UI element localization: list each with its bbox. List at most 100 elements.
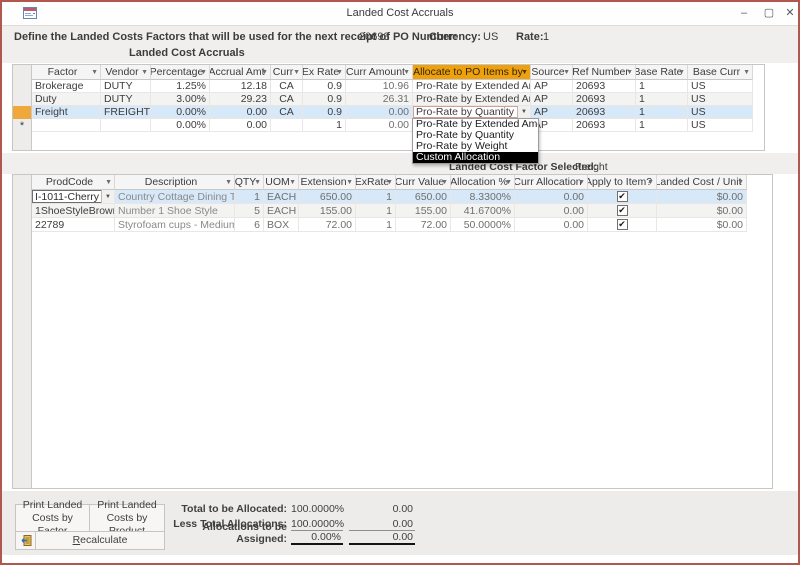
row-selector[interactable]: [13, 190, 32, 204]
dropdown-option-weight[interactable]: Pro-Rate by Weight: [413, 141, 538, 152]
col-header-extension[interactable]: Extension▼: [299, 175, 356, 190]
cell-qty[interactable]: 1: [235, 190, 264, 204]
close-button[interactable]: ✕: [782, 5, 798, 21]
cell-source[interactable]: AP: [531, 93, 573, 106]
cell-exrate[interactable]: 1: [356, 218, 396, 232]
col-header-ref-number[interactable]: Ref Number▼: [573, 65, 636, 80]
cell-curr-amount[interactable]: 0.00: [346, 119, 413, 132]
current-row-selector[interactable]: [13, 106, 32, 119]
cell-accrual-amt[interactable]: 12.18: [210, 80, 271, 93]
cell-exrate[interactable]: 1: [356, 204, 396, 218]
col-header-ex-rate[interactable]: Ex Rate▼: [303, 65, 346, 80]
cell-description[interactable]: Number 1 Shoe Style: [115, 204, 235, 218]
cell-ref-number[interactable]: 20693: [573, 80, 636, 93]
cell-description[interactable]: Country Cottage Dining Table: [115, 190, 235, 204]
select-all-header[interactable]: [13, 175, 32, 190]
po-number-value[interactable]: 20693: [359, 31, 390, 43]
col-header-curr-value[interactable]: Curr Value▼: [396, 175, 451, 190]
exit-button[interactable]: [15, 531, 36, 550]
apply-checkbox[interactable]: ✔: [617, 191, 628, 202]
cell-percentage[interactable]: 0.00%: [151, 106, 210, 119]
col-header-curr-allocation[interactable]: Curr Allocation▼: [515, 175, 588, 190]
cell-base-rate[interactable]: 1: [636, 80, 688, 93]
row-selector[interactable]: [13, 218, 32, 232]
maximize-button[interactable]: ▢: [761, 5, 777, 21]
col-header-vendor[interactable]: Vendor▼: [101, 65, 151, 80]
cell-allocate[interactable]: Pro-Rate by Extended Amount: [413, 80, 531, 93]
col-header-accrual-amt[interactable]: Accrual Amt▼: [210, 65, 271, 80]
cell-base-curr[interactable]: US: [688, 106, 753, 119]
cell-extension[interactable]: 650.00: [299, 190, 356, 204]
cell-extension[interactable]: 155.00: [299, 204, 356, 218]
cell-factor[interactable]: [32, 119, 101, 132]
cell-ex-rate[interactable]: 0.9: [303, 106, 346, 119]
cell-qty[interactable]: 5: [235, 204, 264, 218]
cell-allocation-pct[interactable]: 50.0000%: [451, 218, 515, 232]
cell-factor[interactable]: Brokerage: [32, 80, 101, 93]
cell-landed-cost-unit[interactable]: $0.00: [657, 190, 747, 204]
new-row-selector[interactable]: *: [13, 119, 32, 132]
cell-curr-value[interactable]: 72.00: [396, 218, 451, 232]
cell-vendor[interactable]: [101, 119, 151, 132]
combo-dropdown-button[interactable]: ▼: [517, 106, 530, 118]
cell-vendor[interactable]: DUTY: [101, 93, 151, 106]
cell-qty[interactable]: 6: [235, 218, 264, 232]
cell-curr-allocation[interactable]: 0.00: [515, 190, 588, 204]
cell-ref-number[interactable]: 20693: [573, 93, 636, 106]
cell-allocation-pct[interactable]: 8.3300%: [451, 190, 515, 204]
cell-ex-rate[interactable]: 0.9: [303, 80, 346, 93]
cell-curr[interactable]: CA: [271, 106, 303, 119]
rate-value[interactable]: 1: [543, 31, 549, 43]
cell-ref-number[interactable]: 20693: [573, 106, 636, 119]
cell-curr-amount[interactable]: 0.00: [346, 106, 413, 119]
col-header-source[interactable]: Source▼: [531, 65, 573, 80]
col-header-base-curr[interactable]: Base Curr▼: [688, 65, 753, 80]
cell-percentage[interactable]: 0.00%: [151, 119, 210, 132]
col-header-allocate-to-po-items-by[interactable]: Allocate to PO Items by▼: [413, 65, 531, 80]
cell-exrate[interactable]: 1: [356, 190, 396, 204]
print-costs-by-product-button[interactable]: Print Landed Costs by Product: [89, 504, 165, 532]
cell-accrual-amt[interactable]: 0.00: [210, 106, 271, 119]
col-header-allocation-pct[interactable]: Allocation %▼: [451, 175, 515, 190]
cell-vendor[interactable]: FREIGHT: [101, 106, 151, 119]
cell-base-rate[interactable]: 1: [636, 119, 688, 132]
cell-curr[interactable]: CA: [271, 80, 303, 93]
cell-curr-value[interactable]: 155.00: [396, 204, 451, 218]
apply-checkbox[interactable]: ✔: [617, 219, 628, 230]
col-header-uom[interactable]: UOM▼: [264, 175, 299, 190]
cell-curr-amount[interactable]: 26.31: [346, 93, 413, 106]
cell-base-rate[interactable]: 1: [636, 106, 688, 119]
col-header-prodcode[interactable]: ProdCode▼: [32, 175, 115, 190]
select-all-header[interactable]: [13, 65, 32, 80]
recalculate-button[interactable]: Recalculate: [35, 531, 165, 550]
cell-base-rate[interactable]: 1: [636, 93, 688, 106]
cell-curr[interactable]: [271, 119, 303, 132]
apply-checkbox[interactable]: ✔: [617, 205, 628, 216]
cell-uom[interactable]: EACH: [264, 204, 299, 218]
cell-curr-amount[interactable]: 10.96: [346, 80, 413, 93]
cell-factor[interactable]: Freight: [32, 106, 101, 119]
col-header-curr-amount[interactable]: Curr Amount▼: [346, 65, 413, 80]
dropdown-option-extended-amount[interactable]: Pro-Rate by Extended Amount: [413, 119, 538, 130]
col-header-exrate[interactable]: ExRate▼: [356, 175, 396, 190]
col-header-base-rate[interactable]: Base Rate▼: [636, 65, 688, 80]
cell-allocate[interactable]: Pro-Rate by Extended Amount: [413, 93, 531, 106]
cell-uom[interactable]: EACH: [264, 190, 299, 204]
cell-ex-rate[interactable]: 1: [303, 119, 346, 132]
prodcode-combo-box[interactable]: I-1011-Cherry ▼: [32, 190, 115, 204]
cell-source[interactable]: AP: [531, 80, 573, 93]
row-selector[interactable]: [13, 80, 32, 93]
cell-curr-allocation[interactable]: 0.00: [515, 204, 588, 218]
col-header-curr[interactable]: Curr▼: [271, 65, 303, 80]
col-header-qty[interactable]: QTY▼: [235, 175, 264, 190]
cell-vendor[interactable]: DUTY: [101, 80, 151, 93]
cell-allocation-pct[interactable]: 41.6700%: [451, 204, 515, 218]
currency-value[interactable]: US: [483, 31, 498, 43]
col-header-factor[interactable]: Factor▼: [32, 65, 101, 80]
cell-prodcode[interactable]: 1ShoeStyleBrownS: [32, 204, 115, 218]
minimize-button[interactable]: –: [736, 5, 752, 21]
cell-uom[interactable]: BOX: [264, 218, 299, 232]
cell-ref-number[interactable]: 20693: [573, 119, 636, 132]
cell-prodcode[interactable]: 22789: [32, 218, 115, 232]
dropdown-option-custom-allocation[interactable]: Custom Allocation: [413, 152, 538, 163]
